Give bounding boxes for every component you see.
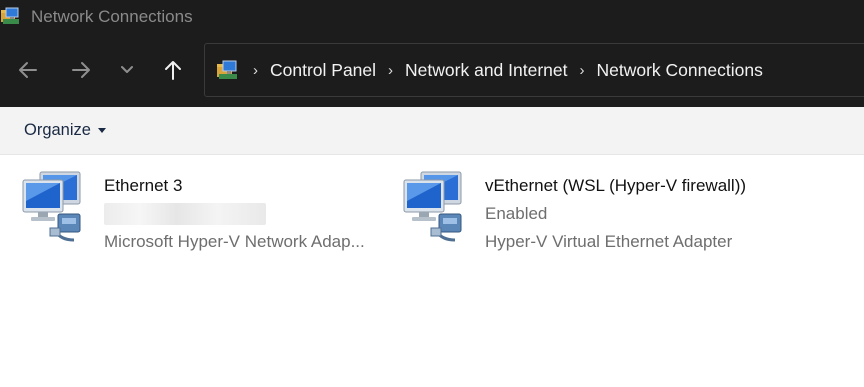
connection-device: Microsoft Hyper-V Network Adap... [104,232,365,251]
organize-button[interactable]: Organize [24,121,106,140]
redacted-network-name [104,203,266,225]
network-connection-icon [403,171,462,242]
chevron-right-icon[interactable]: › [580,62,585,79]
arrow-left-icon [19,62,37,78]
chevron-right-icon[interactable]: › [253,62,258,79]
network-connection-icon [22,171,81,242]
title-bar: Network Connections [0,0,864,34]
arrow-up-icon [165,61,181,80]
recent-locations-button[interactable] [112,55,142,85]
breadcrumb-network-connections[interactable]: Network Connections [597,60,763,81]
connection-name: Ethernet 3 [104,176,183,195]
command-bar: Organize [0,107,864,155]
chevron-right-icon[interactable]: › [388,62,393,79]
connection-status: Enabled [485,204,548,223]
network-folder-icon [217,60,237,79]
connection-details: Ethernet 3 Microsoft Hyper-V Network Ada… [104,172,365,256]
breadcrumb-network-and-internet[interactable]: Network and Internet [405,60,567,81]
connection-details: vEthernet (WSL (Hyper-V firewall)) Enabl… [485,172,746,256]
connection-name: vEthernet (WSL (Hyper-V firewall)) [485,176,747,195]
forward-button[interactable] [66,55,96,85]
back-button[interactable] [13,55,43,85]
breadcrumb: › Control Panel › Network and Internet ›… [249,44,763,96]
chevron-down-icon [121,66,133,73]
connection-item-ethernet-3[interactable]: Ethernet 3 Microsoft Hyper-V Network Ada… [22,170,394,254]
connection-item-vethernet-wsl[interactable]: vEthernet (WSL (Hyper-V firewall)) Enabl… [403,170,803,254]
organize-label: Organize [24,121,91,139]
window-title: Network Connections [31,7,193,26]
connection-device: Hyper-V Virtual Ethernet Adapter [485,232,733,251]
arrow-right-icon [72,62,90,78]
navigation-bar: › Control Panel › Network and Internet ›… [0,34,864,107]
address-bar[interactable]: › Control Panel › Network and Internet ›… [204,43,864,97]
network-folder-icon [1,7,19,24]
breadcrumb-control-panel[interactable]: Control Panel [270,60,376,81]
caret-down-icon [97,128,106,133]
up-button[interactable] [158,55,188,85]
